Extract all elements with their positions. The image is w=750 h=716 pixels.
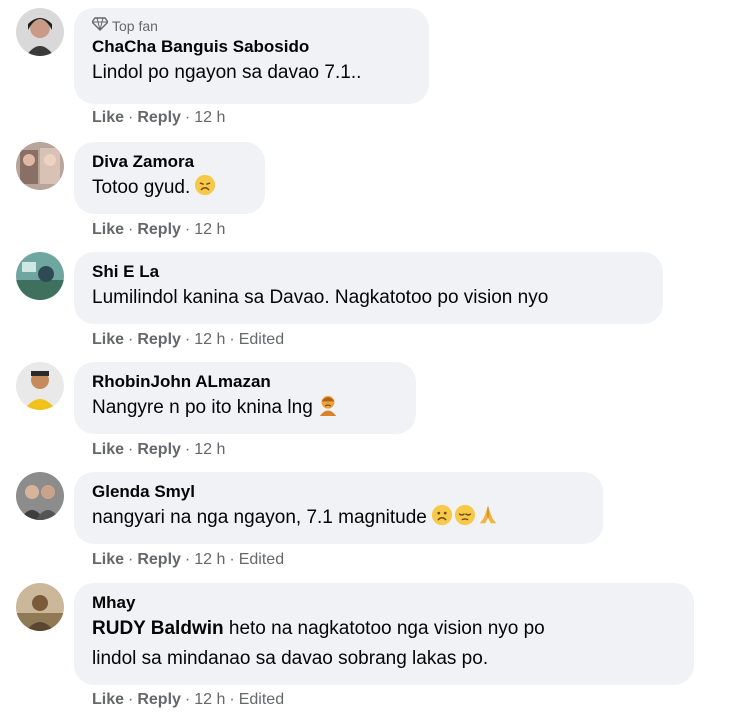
edited-label: Edited xyxy=(238,691,285,708)
comment-bubble: RhobinJohn ALmazan Nangyre n po ito knin… xyxy=(74,362,416,434)
comment-text: nangyari na nga ngayon, 7.1 magnitude xyxy=(92,507,427,528)
comment-bubble: Mhay RUDY Baldwin heto na nagkatotoo nga… xyxy=(74,583,694,685)
comment-actions: Like · Reply · 12 h · Edited xyxy=(92,551,285,568)
comment-text-line-1: RUDY Baldwin heto na nagkatotoo nga visi… xyxy=(92,614,678,644)
mention-link[interactable]: RUDY Baldwin xyxy=(92,618,224,639)
like-button[interactable]: Like xyxy=(92,551,124,568)
comment-author[interactable]: Glenda Smyl xyxy=(92,481,587,503)
comment-text: Lumilindol kanina sa Davao. Nagkatotoo p… xyxy=(92,287,549,308)
timestamp[interactable]: 12 h xyxy=(194,109,225,126)
comment-text: Totoo gyud. xyxy=(92,177,191,198)
person-frowning-icon xyxy=(317,394,339,416)
top-fan-badge: Top fan xyxy=(91,17,413,35)
like-button[interactable]: Like xyxy=(92,331,124,348)
timestamp[interactable]: 12 h xyxy=(194,221,225,238)
badge-label: Top fan xyxy=(112,18,158,34)
like-button[interactable]: Like xyxy=(92,441,124,458)
reply-button[interactable]: Reply xyxy=(137,691,181,708)
timestamp[interactable]: 12 h xyxy=(194,691,225,708)
like-button[interactable]: Like xyxy=(92,691,124,708)
comment-actions: Like · Reply · 12 h xyxy=(92,109,226,126)
comment-text-row: Nangyre n po ito knina lng xyxy=(92,393,400,423)
timestamp[interactable]: 12 h xyxy=(194,331,225,348)
comment-text-row: Totoo gyud. xyxy=(92,173,249,203)
avatar[interactable] xyxy=(16,252,64,300)
avatar[interactable] xyxy=(16,142,64,190)
like-button[interactable]: Like xyxy=(92,221,124,238)
reply-button[interactable]: Reply xyxy=(137,441,181,458)
comment-author[interactable]: ChaCha Banguis Sabosido xyxy=(92,36,413,58)
timestamp[interactable]: 12 h xyxy=(194,551,225,568)
reply-button[interactable]: Reply xyxy=(137,221,181,238)
pensive-face-icon xyxy=(454,504,476,526)
reply-button[interactable]: Reply xyxy=(137,331,181,348)
like-button[interactable]: Like xyxy=(92,109,124,126)
disappointed-face-icon xyxy=(194,174,216,196)
comment-text: Nangyre n po ito knina lng xyxy=(92,397,313,418)
edited-label: Edited xyxy=(238,551,285,568)
comment-author[interactable]: Mhay xyxy=(92,592,678,614)
comment-bubble: Glenda Smyl nangyari na nga ngayon, 7.1 … xyxy=(74,472,603,544)
comment-actions: Like · Reply · 12 h xyxy=(92,221,226,238)
comment-text-line-2: lindol sa mindanao sa davao sobrang laka… xyxy=(92,648,489,669)
comment-text: heto na nagkatotoo nga vision nyo po xyxy=(223,618,545,639)
comment-actions: Like · Reply · 12 h xyxy=(92,441,226,458)
comment-actions: Like · Reply · 12 h · Edited xyxy=(92,691,285,708)
comment-author[interactable]: Diva Zamora xyxy=(92,151,249,173)
timestamp[interactable]: 12 h xyxy=(194,441,225,458)
comment-bubble: Diva Zamora Totoo gyud. xyxy=(74,142,265,214)
avatar[interactable] xyxy=(16,362,64,410)
comment-author[interactable]: Shi E La xyxy=(92,261,647,283)
reply-button[interactable]: Reply xyxy=(137,109,181,126)
comment-bubble: Top fan ChaCha Banguis Sabosido Lindol p… xyxy=(74,8,429,104)
reply-button[interactable]: Reply xyxy=(137,551,181,568)
comment-text-row: nangyari na nga ngayon, 7.1 magnitude xyxy=(92,503,587,533)
edited-label: Edited xyxy=(238,331,285,348)
avatar[interactable] xyxy=(16,8,64,56)
comment-bubble: Shi E La Lumilindol kanina sa Davao. Nag… xyxy=(74,252,663,324)
comment-author[interactable]: RhobinJohn ALmazan xyxy=(92,371,400,393)
folded-hands-icon xyxy=(477,504,499,526)
diamond-icon xyxy=(91,17,109,35)
avatar[interactable] xyxy=(16,583,64,631)
comment-text: Lindol po ngayon sa davao 7.1.. xyxy=(92,62,362,83)
comment-actions: Like · Reply · 12 h · Edited xyxy=(92,331,285,348)
avatar[interactable] xyxy=(16,472,64,520)
sad-face-icon xyxy=(431,504,453,526)
